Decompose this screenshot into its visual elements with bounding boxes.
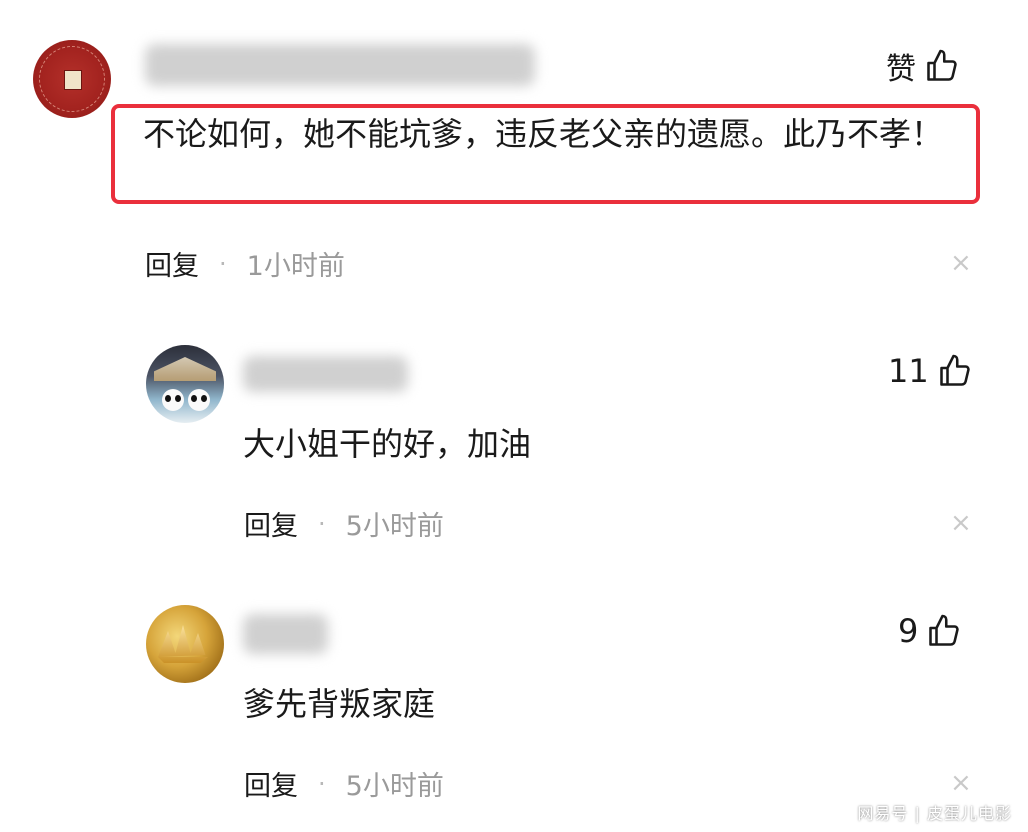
like-button[interactable]: 11	[888, 352, 973, 390]
separator-dot: ·	[219, 249, 227, 278]
username-blurred[interactable]	[145, 44, 535, 86]
username-blurred[interactable]	[243, 614, 328, 654]
comment-text: 不论如何，她不能坑爹，违反老父亲的遗愿。此乃不孝！	[143, 115, 944, 153]
username-blurred[interactable]	[243, 356, 408, 392]
like-button[interactable]: 赞	[886, 44, 960, 88]
avatar[interactable]	[33, 40, 111, 118]
avatar-panda	[188, 389, 210, 411]
thumbs-up-icon	[926, 613, 962, 649]
close-icon[interactable]: ×	[950, 508, 972, 538]
like-label: 赞	[886, 52, 916, 87]
avatar-panda	[162, 389, 184, 411]
timestamp: 1小时前	[246, 251, 345, 282]
avatar[interactable]	[146, 345, 224, 423]
avatar-seal	[64, 70, 82, 90]
thumbs-up-icon	[924, 48, 960, 84]
watermark: 网易号 | 皮蛋儿电影	[857, 804, 1012, 823]
comment-meta: 回复 · 1小时前	[145, 244, 345, 283]
comment-text: 爹先背叛家庭	[243, 685, 436, 723]
separator-dot: ·	[318, 509, 326, 538]
reply-button[interactable]: 回复	[244, 504, 298, 543]
reply-button[interactable]: 回复	[145, 244, 199, 283]
reply-button[interactable]: 回复	[244, 764, 298, 803]
close-icon[interactable]: ×	[950, 768, 972, 798]
avatar-roof	[154, 357, 216, 381]
avatar[interactable]	[146, 605, 224, 683]
comment-text: 大小姐干的好，加油	[243, 425, 532, 463]
close-icon[interactable]: ×	[950, 248, 972, 278]
comment-meta: 回复 · 5小时前	[244, 504, 444, 543]
separator-dot: ·	[318, 769, 326, 798]
like-button[interactable]: 9	[898, 612, 962, 650]
like-count: 11	[888, 352, 929, 390]
timestamp: 5小时前	[345, 511, 444, 542]
comment-meta: 回复 · 5小时前	[244, 764, 444, 803]
timestamp: 5小时前	[345, 771, 444, 802]
like-count: 9	[898, 612, 919, 650]
thumbs-up-icon	[937, 353, 973, 389]
avatar-ship	[158, 625, 208, 663]
